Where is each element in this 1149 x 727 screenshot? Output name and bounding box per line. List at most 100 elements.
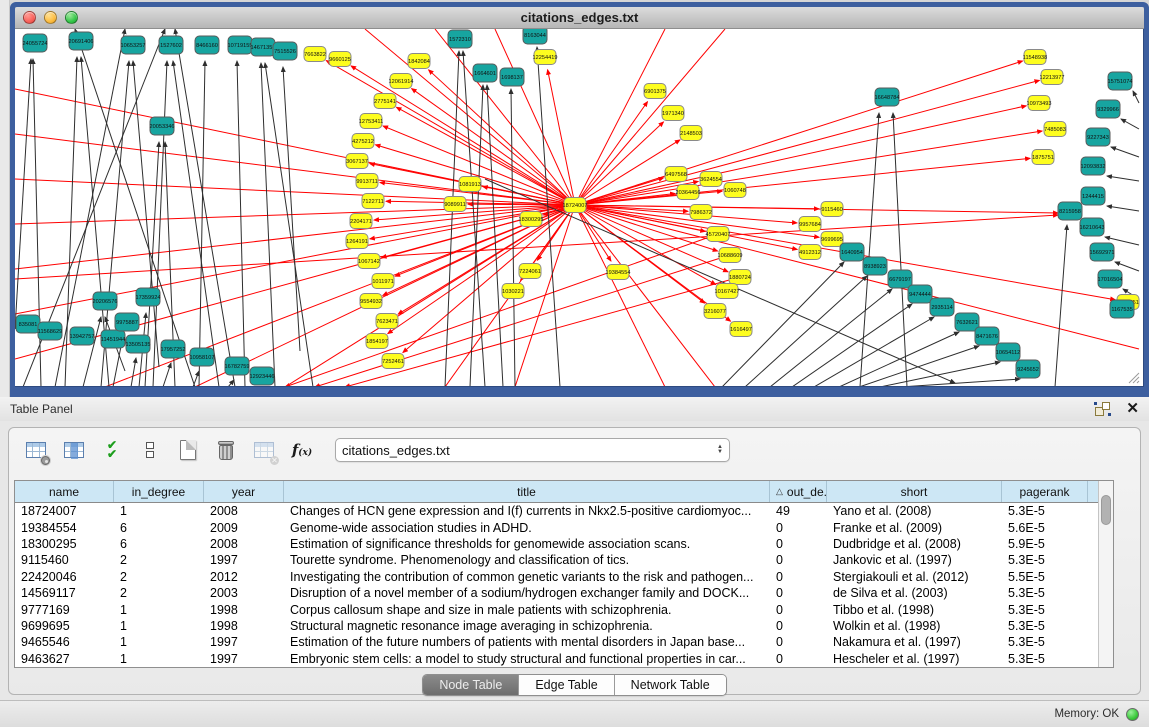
network-node[interactable]: 9245652	[1016, 360, 1040, 378]
network-node[interactable]: 16210643	[1080, 218, 1105, 236]
table-cell[interactable]: 2	[114, 586, 204, 600]
network-node[interactable]: 9329966	[1096, 100, 1120, 118]
table-cell[interactable]: 14569117	[15, 586, 114, 600]
tab-network-table[interactable]: Network Table	[615, 675, 726, 695]
network-node[interactable]: 1081913	[459, 177, 481, 192]
network-node[interactable]: 10719155	[228, 36, 253, 54]
network-node[interactable]: 1698137	[500, 68, 524, 86]
network-node[interactable]: 11568629	[38, 322, 62, 340]
table-cell[interactable]: 1	[114, 603, 204, 617]
network-node[interactable]: 12753411	[359, 114, 383, 129]
table-cell[interactable]: 6	[114, 537, 204, 551]
column-header-in_degree[interactable]: in_degree	[114, 481, 204, 502]
table-row[interactable]: 946362711997Embryonic stem cells: a mode…	[15, 651, 1098, 667]
network-node[interactable]: 1854197	[366, 334, 388, 349]
table-cell[interactable]: Estimation of significance thresholds fo…	[284, 537, 770, 551]
table-row[interactable]: 977716911998Corpus callosum shape and si…	[15, 601, 1098, 617]
column-header-short[interactable]: short	[827, 481, 1002, 502]
network-node[interactable]: 7632621	[955, 313, 979, 331]
network-node[interactable]: 10167427	[715, 284, 740, 299]
network-node[interactable]: 12093832	[1081, 157, 1106, 175]
network-node[interactable]: 13505135	[126, 335, 151, 353]
table-cell[interactable]: Embryonic stem cells: a model to study s…	[284, 652, 770, 666]
network-node[interactable]: 10653257	[121, 36, 146, 54]
show-columns-icon[interactable]	[61, 437, 87, 463]
network-node[interactable]: 10688609	[718, 248, 743, 263]
network-node[interactable]: 8163044	[523, 29, 547, 44]
network-node[interactable]: 10973493	[1027, 96, 1052, 111]
network-node[interactable]: 9554932	[360, 294, 382, 309]
network-node[interactable]: 6901375	[644, 84, 666, 99]
network-node[interactable]: 20053346	[150, 117, 175, 135]
network-node[interactable]: 9089911	[444, 197, 466, 212]
network-node[interactable]: 8215958	[1058, 202, 1082, 220]
table-cell[interactable]: Dudbridge et al. (2008)	[827, 537, 1002, 551]
table-cell[interactable]: 2009	[204, 521, 284, 535]
table-cell[interactable]: 9699695	[15, 619, 114, 633]
network-node[interactable]: 1060748	[724, 183, 746, 198]
table-cell[interactable]: Tibbo et al. (1998)	[827, 603, 1002, 617]
table-cell[interactable]: 1997	[204, 652, 284, 666]
network-node[interactable]: 7252461	[382, 354, 404, 369]
table-row[interactable]: 1830029562008Estimation of significance …	[15, 536, 1098, 552]
table-cell[interactable]: Yano et al. (2008)	[827, 504, 1002, 518]
network-node[interactable]: 1030221	[502, 284, 524, 299]
table-cell[interactable]: 5.3E-5	[1002, 635, 1088, 649]
network-node[interactable]: 4275212	[352, 134, 374, 149]
network-node[interactable]: 6679197	[888, 270, 912, 288]
table-cell[interactable]: Structural magnetic resonance image aver…	[284, 619, 770, 633]
table-cell[interactable]: 0	[770, 570, 827, 584]
table-cell[interactable]: 5.5E-5	[1002, 570, 1088, 584]
network-node[interactable]: 7623471	[376, 314, 398, 329]
network-node[interactable]: 24055724	[23, 34, 48, 52]
network-node[interactable]: 7224061	[519, 264, 541, 279]
table-row[interactable]: 2242004622012Investigating the contribut…	[15, 569, 1098, 585]
network-node[interactable]: 20364456	[676, 185, 701, 200]
table-scrollbar-thumb[interactable]	[1101, 495, 1111, 525]
table-cell[interactable]: 9465546	[15, 635, 114, 649]
network-node[interactable]: 2775141	[374, 94, 396, 109]
network-node[interactable]: 2935114	[930, 298, 954, 316]
network-node[interactable]: 12061914	[389, 74, 414, 89]
network-node[interactable]: 17016504	[1098, 270, 1123, 288]
network-node[interactable]: 11548938	[1023, 50, 1047, 65]
network-node[interactable]: 6497568	[665, 167, 687, 182]
network-node[interactable]: 7663822	[304, 47, 326, 62]
table-cell[interactable]: Stergiakouli et al. (2012)	[827, 570, 1002, 584]
table-cell[interactable]: Changes of HCN gene expression and I(f) …	[284, 504, 770, 518]
network-node[interactable]: 45720407	[706, 227, 731, 242]
table-cell[interactable]: 18724007	[15, 504, 114, 518]
column-header-name[interactable]: name	[15, 481, 114, 502]
delete-table-icon[interactable]: ✕	[251, 437, 277, 463]
delete-column-icon[interactable]	[213, 437, 239, 463]
table-cell[interactable]: Genome-wide association studies in ADHD.	[284, 521, 770, 535]
table-cell[interactable]: 0	[770, 635, 827, 649]
table-cell[interactable]: 1998	[204, 619, 284, 633]
resize-grip-icon[interactable]	[1126, 370, 1140, 384]
table-cell[interactable]: de Silva et al. (2003)	[827, 586, 1002, 600]
table-cell[interactable]: 49	[770, 504, 827, 518]
table-cell[interactable]: 18300295	[15, 537, 114, 551]
network-node[interactable]: 9913711	[356, 174, 378, 189]
table-cell[interactable]: 5.3E-5	[1002, 603, 1088, 617]
network-node[interactable]: 9474444	[908, 285, 932, 303]
table-row[interactable]: 969969511998Structural magnetic resonanc…	[15, 618, 1098, 634]
network-node[interactable]: 9115460	[821, 202, 843, 217]
network-node[interactable]: 7515526	[273, 42, 297, 60]
columns-icon[interactable]	[137, 437, 163, 463]
table-cell[interactable]: 0	[770, 537, 827, 551]
network-node[interactable]: 1616497	[730, 322, 752, 337]
table-cell[interactable]: 2	[114, 570, 204, 584]
table-row[interactable]: 946554611997Estimation of the future num…	[15, 634, 1098, 650]
table-cell[interactable]: 1997	[204, 553, 284, 567]
network-node[interactable]: 1527602	[159, 36, 183, 54]
network-node[interactable]: 9699695	[821, 232, 843, 247]
network-node[interactable]: 12923446	[250, 367, 275, 385]
table-cell[interactable]: 2012	[204, 570, 284, 584]
network-node[interactable]: 4912312	[799, 245, 821, 260]
close-panel-icon[interactable]: ✕	[1126, 402, 1139, 416]
network-node[interactable]: 3624554	[700, 172, 722, 187]
network-node[interactable]: 3216077	[704, 304, 726, 319]
table-cell[interactable]: Franke et al. (2009)	[827, 521, 1002, 535]
column-header-pagerank[interactable]: pagerank	[1002, 481, 1088, 502]
